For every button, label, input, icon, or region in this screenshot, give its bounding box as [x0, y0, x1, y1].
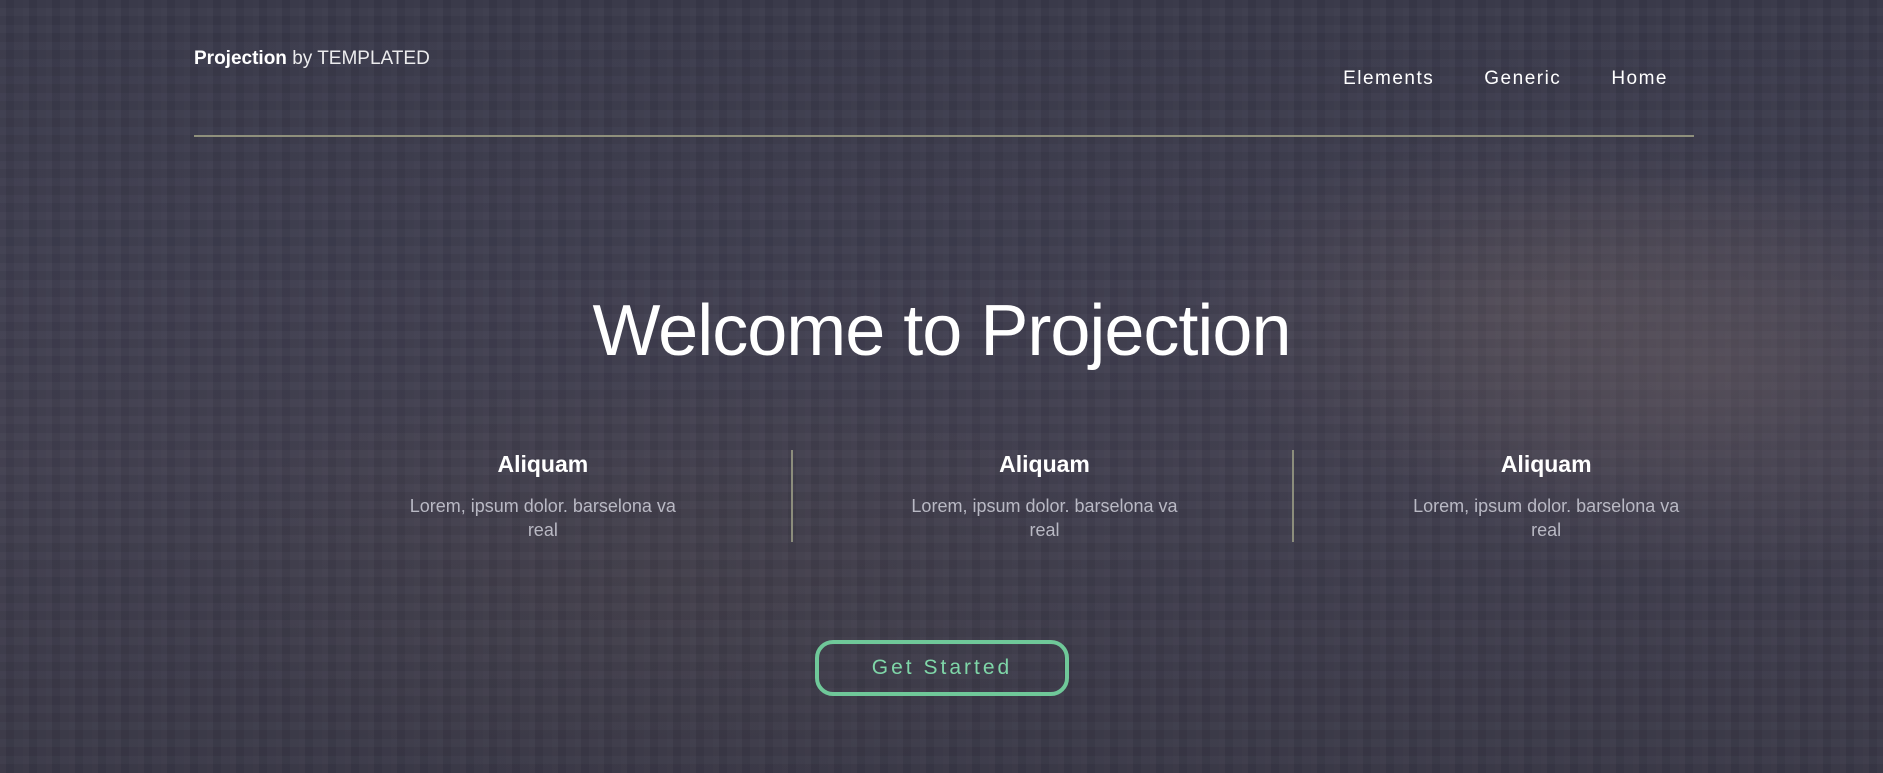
feature-item: Aliquam Lorem, ipsum dolor. barselona va…	[292, 448, 794, 542]
site-header: Projection by TEMPLATED Elements Generic…	[194, 0, 1694, 137]
feature-description: Lorem, ipsum dolor. barselona va real	[911, 496, 1178, 540]
brand-name: Projection	[194, 48, 287, 69]
page-title: Welcome to Projection	[592, 291, 1292, 371]
brand-byline: by TEMPLATED	[292, 48, 430, 69]
feature-description: Lorem, ipsum dolor. barselona va real	[409, 496, 676, 540]
feature-title: Aliquam	[1500, 451, 1592, 477]
feature-item: Aliquam Lorem, ipsum dolor. barselona va…	[1292, 448, 1797, 542]
main-nav: Elements Generic Home	[1343, 68, 1668, 90]
header-divider	[194, 135, 1694, 137]
hero-section: Projection by TEMPLATED Elements Generic…	[0, 0, 1883, 773]
feature-description: Lorem, ipsum dolor. barselona va real	[1413, 496, 1680, 540]
feature-list: Aliquam Lorem, ipsum dolor. barselona va…	[292, 448, 1797, 542]
nav-link-generic[interactable]: Generic	[1484, 68, 1561, 90]
feature-title: Aliquam	[497, 451, 589, 477]
get-started-button[interactable]: Get Started	[815, 640, 1069, 696]
feature-title: Aliquam	[999, 451, 1090, 477]
nav-link-home[interactable]: Home	[1611, 68, 1668, 90]
nav-link-elements[interactable]: Elements	[1343, 68, 1434, 90]
logo[interactable]: Projection by TEMPLATED	[194, 48, 430, 70]
feature-item: Aliquam Lorem, ipsum dolor. barselona va…	[790, 448, 1296, 542]
